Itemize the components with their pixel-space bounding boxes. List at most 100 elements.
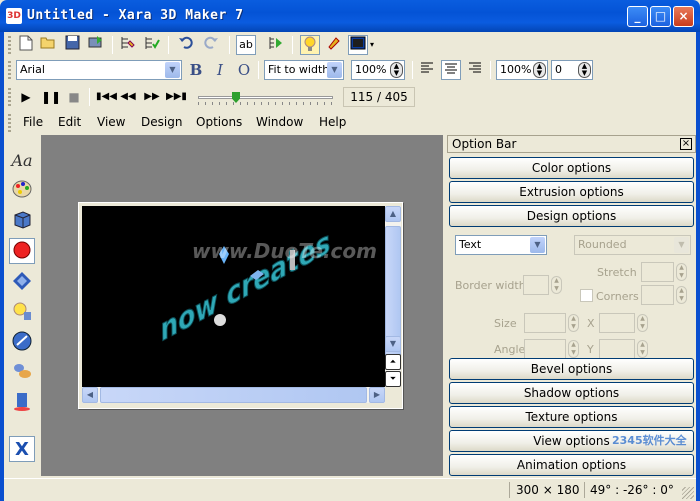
border-width-field[interactable] <box>523 275 549 295</box>
undo-icon[interactable] <box>176 35 196 55</box>
chevron-down-icon[interactable]: ▼ <box>327 62 342 78</box>
extrusion-options-button[interactable]: Extrusion options <box>449 181 694 203</box>
align-right-icon[interactable] <box>465 60 485 80</box>
object-type-combo[interactable]: Text ▼ <box>455 235 547 255</box>
line-spacing-spinner[interactable]: 100% ▲ ▼ <box>496 60 548 80</box>
close-icon[interactable]: × <box>680 138 692 150</box>
align-center-icon[interactable] <box>441 60 461 80</box>
stop-icon[interactable]: ■ <box>65 88 83 106</box>
view-dropdown-icon[interactable]: ▾ <box>368 35 376 55</box>
spin-arrows-icon[interactable]: ▲ ▼ <box>533 62 546 78</box>
lightbulb-icon[interactable] <box>300 35 320 55</box>
spin-arrows-icon[interactable]: ▲ ▼ <box>568 340 579 358</box>
align-left-icon[interactable] <box>417 60 437 80</box>
menu-help[interactable]: Help <box>319 115 346 129</box>
bevel-options-button[interactable]: Bevel options <box>449 358 694 380</box>
redo-icon[interactable] <box>201 35 221 55</box>
stretch-field[interactable] <box>641 262 674 282</box>
paint-icon[interactable] <box>324 35 344 55</box>
text-tool-icon[interactable]: Aa <box>9 148 35 174</box>
menu-edit[interactable]: Edit <box>58 115 81 129</box>
menu-view[interactable]: View <box>97 115 125 129</box>
spin-arrows-icon[interactable]: ▲ ▼ <box>568 314 579 332</box>
menu-options[interactable]: Options <box>196 115 242 129</box>
spin-arrows-icon[interactable]: ▲ ▼ <box>390 62 403 78</box>
close-button[interactable]: × <box>673 6 694 27</box>
play-icon[interactable]: ▶ <box>17 88 35 106</box>
render-canvas[interactable]: now creates www.DuoTe.com <box>82 206 385 387</box>
save-icon[interactable] <box>62 35 82 55</box>
spin-arrows-icon[interactable]: ▲ ▼ <box>578 62 591 78</box>
menu-file[interactable]: File <box>23 115 43 129</box>
next-frame-icon[interactable]: ▶▶ <box>143 88 161 106</box>
color-options-button[interactable]: Color options <box>449 157 694 179</box>
corner-style-combo[interactable]: Rounded ▼ <box>574 235 691 255</box>
extrusion-icon[interactable] <box>9 208 35 234</box>
horizontal-scroll-thumb[interactable] <box>100 387 367 403</box>
font-combo[interactable]: Arial ▼ <box>16 60 182 80</box>
menu-window[interactable]: Window <box>256 115 303 129</box>
text-edit-icon[interactable]: ab <box>236 35 256 55</box>
toolbar-grip[interactable] <box>8 61 11 79</box>
bold-button[interactable]: B <box>186 60 206 80</box>
chevron-down-icon[interactable]: ▼ <box>530 237 545 253</box>
kerning-spinner[interactable]: 0 ▲ ▼ <box>551 60 593 80</box>
chevron-down-icon[interactable]: ▼ <box>674 237 689 253</box>
app-icon[interactable]: 3D <box>6 8 22 24</box>
italic-button[interactable]: I <box>210 60 230 80</box>
texture-options-button[interactable]: Texture options <box>449 406 694 428</box>
scroll-down-icon[interactable]: ▼ <box>385 336 401 352</box>
rotation-icon[interactable] <box>9 330 35 356</box>
pause-icon[interactable]: ❚❚ <box>41 88 61 106</box>
xara-logo-icon[interactable]: X <box>9 436 35 462</box>
resize-grip[interactable] <box>682 487 694 499</box>
frame-slider-track[interactable] <box>198 96 333 99</box>
shadow-options-button[interactable]: Shadow options <box>449 382 694 404</box>
open-file-icon[interactable] <box>38 35 58 55</box>
color-palette-icon[interactable] <box>9 178 35 204</box>
light-icon[interactable] <box>9 300 35 326</box>
wizard-icon[interactable] <box>118 35 138 55</box>
scroll-up-icon[interactable]: ▲ <box>385 206 401 222</box>
bevel-icon[interactable] <box>9 270 35 296</box>
scroll-right-icon[interactable]: ▶ <box>369 387 385 403</box>
scroll-left-icon[interactable]: ◀ <box>82 387 98 403</box>
animation-icon[interactable] <box>266 35 286 55</box>
menu-design[interactable]: Design <box>141 115 182 129</box>
x-field[interactable] <box>599 313 635 333</box>
spin-arrows-icon[interactable]: ▲ ▼ <box>551 276 562 294</box>
menu-grip[interactable] <box>8 114 11 132</box>
zoom-spinner[interactable]: 100% ▲ ▼ <box>351 60 405 80</box>
spin-arrows-icon[interactable]: ▲ ▼ <box>676 286 687 304</box>
animation-options-button[interactable]: Animation options <box>449 454 694 476</box>
spin-arrows-icon[interactable]: ▲ ▼ <box>676 263 687 281</box>
first-frame-icon[interactable]: ▮◀◀ <box>96 88 117 106</box>
minimize-button[interactable]: _ <box>627 6 648 27</box>
corners-field[interactable] <box>641 285 674 305</box>
shadow-icon[interactable] <box>9 390 35 416</box>
design-options-button[interactable]: Design options <box>449 205 694 227</box>
y-field[interactable] <box>599 339 635 359</box>
page-up-icon[interactable]: ⏶ <box>385 354 401 370</box>
record-icon[interactable] <box>9 238 35 264</box>
fit-mode-combo[interactable]: Fit to width ▼ <box>264 60 344 80</box>
corners-checkbox[interactable] <box>580 289 593 302</box>
texture-icon[interactable] <box>9 360 35 386</box>
vertical-scrollbar[interactable]: ▲ ▼ ⏶ ⏷ <box>385 206 401 387</box>
outline-button[interactable]: O <box>234 60 254 80</box>
style-icon[interactable] <box>142 35 162 55</box>
spin-arrows-icon[interactable]: ▲ ▼ <box>637 314 648 332</box>
angle-field[interactable] <box>524 339 566 359</box>
view-mode-icon[interactable] <box>348 35 368 55</box>
horizontal-scrollbar[interactable]: ◀ ▶ <box>82 387 385 403</box>
last-frame-icon[interactable]: ▶▶▮ <box>166 88 187 106</box>
page-down-icon[interactable]: ⏷ <box>385 371 401 387</box>
maximize-button[interactable]: □ <box>650 6 671 27</box>
new-file-icon[interactable] <box>16 35 36 55</box>
toolbar-grip[interactable] <box>8 36 11 54</box>
spin-arrows-icon[interactable]: ▲ ▼ <box>637 340 648 358</box>
export-icon[interactable] <box>86 35 106 55</box>
size-field[interactable] <box>524 313 566 333</box>
toolbar-grip[interactable] <box>8 88 11 106</box>
chevron-down-icon[interactable]: ▼ <box>165 62 180 78</box>
